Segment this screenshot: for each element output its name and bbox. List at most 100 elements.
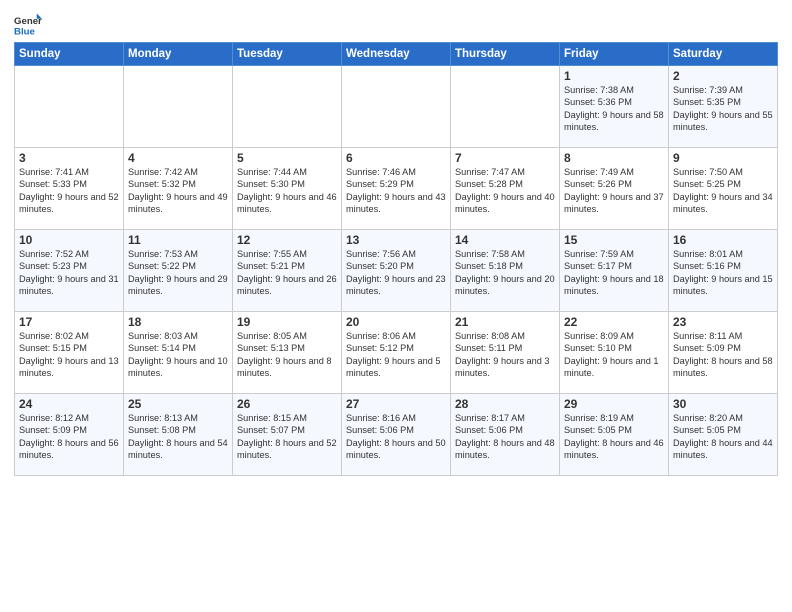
day-info: Sunrise: 8:20 AM Sunset: 5:05 PM Dayligh… [673, 412, 773, 462]
calendar-cell: 10Sunrise: 7:52 AM Sunset: 5:23 PM Dayli… [15, 230, 124, 312]
calendar-cell: 30Sunrise: 8:20 AM Sunset: 5:05 PM Dayli… [669, 394, 778, 476]
day-info: Sunrise: 8:02 AM Sunset: 5:15 PM Dayligh… [19, 330, 119, 380]
day-number: 15 [564, 233, 664, 247]
day-info: Sunrise: 8:11 AM Sunset: 5:09 PM Dayligh… [673, 330, 773, 380]
day-info: Sunrise: 7:55 AM Sunset: 5:21 PM Dayligh… [237, 248, 337, 298]
day-info: Sunrise: 7:56 AM Sunset: 5:20 PM Dayligh… [346, 248, 446, 298]
day-number: 10 [19, 233, 119, 247]
day-info: Sunrise: 7:52 AM Sunset: 5:23 PM Dayligh… [19, 248, 119, 298]
day-info: Sunrise: 8:19 AM Sunset: 5:05 PM Dayligh… [564, 412, 664, 462]
day-info: Sunrise: 8:09 AM Sunset: 5:10 PM Dayligh… [564, 330, 664, 380]
day-info: Sunrise: 7:53 AM Sunset: 5:22 PM Dayligh… [128, 248, 228, 298]
calendar-cell: 12Sunrise: 7:55 AM Sunset: 5:21 PM Dayli… [233, 230, 342, 312]
day-info: Sunrise: 7:44 AM Sunset: 5:30 PM Dayligh… [237, 166, 337, 216]
calendar-cell [15, 66, 124, 148]
calendar-body: 1Sunrise: 7:38 AM Sunset: 5:36 PM Daylig… [15, 66, 778, 476]
header: General Blue [14, 10, 778, 38]
calendar-cell: 1Sunrise: 7:38 AM Sunset: 5:36 PM Daylig… [560, 66, 669, 148]
calendar-cell: 8Sunrise: 7:49 AM Sunset: 5:26 PM Daylig… [560, 148, 669, 230]
calendar-cell: 27Sunrise: 8:16 AM Sunset: 5:06 PM Dayli… [342, 394, 451, 476]
calendar-cell: 22Sunrise: 8:09 AM Sunset: 5:10 PM Dayli… [560, 312, 669, 394]
day-number: 16 [673, 233, 773, 247]
calendar-cell: 5Sunrise: 7:44 AM Sunset: 5:30 PM Daylig… [233, 148, 342, 230]
calendar-cell: 16Sunrise: 8:01 AM Sunset: 5:16 PM Dayli… [669, 230, 778, 312]
day-number: 24 [19, 397, 119, 411]
calendar-cell: 13Sunrise: 7:56 AM Sunset: 5:20 PM Dayli… [342, 230, 451, 312]
calendar-cell: 11Sunrise: 7:53 AM Sunset: 5:22 PM Dayli… [124, 230, 233, 312]
day-number: 13 [346, 233, 446, 247]
calendar-cell [124, 66, 233, 148]
day-info: Sunrise: 8:05 AM Sunset: 5:13 PM Dayligh… [237, 330, 337, 380]
calendar-cell: 18Sunrise: 8:03 AM Sunset: 5:14 PM Dayli… [124, 312, 233, 394]
day-number: 26 [237, 397, 337, 411]
calendar-cell [451, 66, 560, 148]
calendar-cell: 28Sunrise: 8:17 AM Sunset: 5:06 PM Dayli… [451, 394, 560, 476]
calendar-week-row: 3Sunrise: 7:41 AM Sunset: 5:33 PM Daylig… [15, 148, 778, 230]
day-number: 22 [564, 315, 664, 329]
day-number: 14 [455, 233, 555, 247]
calendar-cell: 26Sunrise: 8:15 AM Sunset: 5:07 PM Dayli… [233, 394, 342, 476]
day-info: Sunrise: 7:39 AM Sunset: 5:35 PM Dayligh… [673, 84, 773, 134]
weekday-header: Wednesday [342, 43, 451, 66]
weekday-header: Sunday [15, 43, 124, 66]
calendar-cell: 3Sunrise: 7:41 AM Sunset: 5:33 PM Daylig… [15, 148, 124, 230]
day-info: Sunrise: 8:08 AM Sunset: 5:11 PM Dayligh… [455, 330, 555, 380]
svg-text:Blue: Blue [14, 27, 35, 38]
calendar-cell [233, 66, 342, 148]
calendar-table: SundayMondayTuesdayWednesdayThursdayFrid… [14, 42, 778, 476]
day-info: Sunrise: 8:12 AM Sunset: 5:09 PM Dayligh… [19, 412, 119, 462]
weekday-header: Saturday [669, 43, 778, 66]
day-info: Sunrise: 8:16 AM Sunset: 5:06 PM Dayligh… [346, 412, 446, 462]
page-container: General Blue SundayMondayTuesdayWednesda… [0, 0, 792, 484]
weekday-header: Friday [560, 43, 669, 66]
day-number: 7 [455, 151, 555, 165]
day-number: 3 [19, 151, 119, 165]
calendar-week-row: 17Sunrise: 8:02 AM Sunset: 5:15 PM Dayli… [15, 312, 778, 394]
day-info: Sunrise: 7:58 AM Sunset: 5:18 PM Dayligh… [455, 248, 555, 298]
day-info: Sunrise: 8:13 AM Sunset: 5:08 PM Dayligh… [128, 412, 228, 462]
logo: General Blue [14, 10, 46, 38]
day-info: Sunrise: 7:41 AM Sunset: 5:33 PM Dayligh… [19, 166, 119, 216]
day-info: Sunrise: 7:49 AM Sunset: 5:26 PM Dayligh… [564, 166, 664, 216]
day-number: 19 [237, 315, 337, 329]
day-number: 12 [237, 233, 337, 247]
day-number: 17 [19, 315, 119, 329]
day-number: 2 [673, 69, 773, 83]
calendar-cell: 17Sunrise: 8:02 AM Sunset: 5:15 PM Dayli… [15, 312, 124, 394]
calendar-week-row: 24Sunrise: 8:12 AM Sunset: 5:09 PM Dayli… [15, 394, 778, 476]
calendar-cell [342, 66, 451, 148]
calendar-cell: 2Sunrise: 7:39 AM Sunset: 5:35 PM Daylig… [669, 66, 778, 148]
day-number: 4 [128, 151, 228, 165]
day-info: Sunrise: 8:06 AM Sunset: 5:12 PM Dayligh… [346, 330, 446, 380]
day-info: Sunrise: 7:38 AM Sunset: 5:36 PM Dayligh… [564, 84, 664, 134]
calendar-week-row: 1Sunrise: 7:38 AM Sunset: 5:36 PM Daylig… [15, 66, 778, 148]
day-number: 9 [673, 151, 773, 165]
day-number: 28 [455, 397, 555, 411]
calendar-cell: 4Sunrise: 7:42 AM Sunset: 5:32 PM Daylig… [124, 148, 233, 230]
calendar-cell: 15Sunrise: 7:59 AM Sunset: 5:17 PM Dayli… [560, 230, 669, 312]
day-info: Sunrise: 8:03 AM Sunset: 5:14 PM Dayligh… [128, 330, 228, 380]
calendar-cell: 14Sunrise: 7:58 AM Sunset: 5:18 PM Dayli… [451, 230, 560, 312]
calendar-week-row: 10Sunrise: 7:52 AM Sunset: 5:23 PM Dayli… [15, 230, 778, 312]
day-info: Sunrise: 8:15 AM Sunset: 5:07 PM Dayligh… [237, 412, 337, 462]
calendar-cell: 7Sunrise: 7:47 AM Sunset: 5:28 PM Daylig… [451, 148, 560, 230]
day-number: 1 [564, 69, 664, 83]
day-number: 23 [673, 315, 773, 329]
weekday-header: Monday [124, 43, 233, 66]
calendar-cell: 19Sunrise: 8:05 AM Sunset: 5:13 PM Dayli… [233, 312, 342, 394]
calendar-cell: 29Sunrise: 8:19 AM Sunset: 5:05 PM Dayli… [560, 394, 669, 476]
day-number: 6 [346, 151, 446, 165]
calendar-cell: 21Sunrise: 8:08 AM Sunset: 5:11 PM Dayli… [451, 312, 560, 394]
day-number: 29 [564, 397, 664, 411]
day-info: Sunrise: 7:46 AM Sunset: 5:29 PM Dayligh… [346, 166, 446, 216]
day-info: Sunrise: 7:47 AM Sunset: 5:28 PM Dayligh… [455, 166, 555, 216]
day-number: 27 [346, 397, 446, 411]
day-info: Sunrise: 7:42 AM Sunset: 5:32 PM Dayligh… [128, 166, 228, 216]
day-number: 20 [346, 315, 446, 329]
day-info: Sunrise: 7:59 AM Sunset: 5:17 PM Dayligh… [564, 248, 664, 298]
day-info: Sunrise: 8:01 AM Sunset: 5:16 PM Dayligh… [673, 248, 773, 298]
day-info: Sunrise: 8:17 AM Sunset: 5:06 PM Dayligh… [455, 412, 555, 462]
day-number: 5 [237, 151, 337, 165]
day-number: 30 [673, 397, 773, 411]
calendar-cell: 6Sunrise: 7:46 AM Sunset: 5:29 PM Daylig… [342, 148, 451, 230]
